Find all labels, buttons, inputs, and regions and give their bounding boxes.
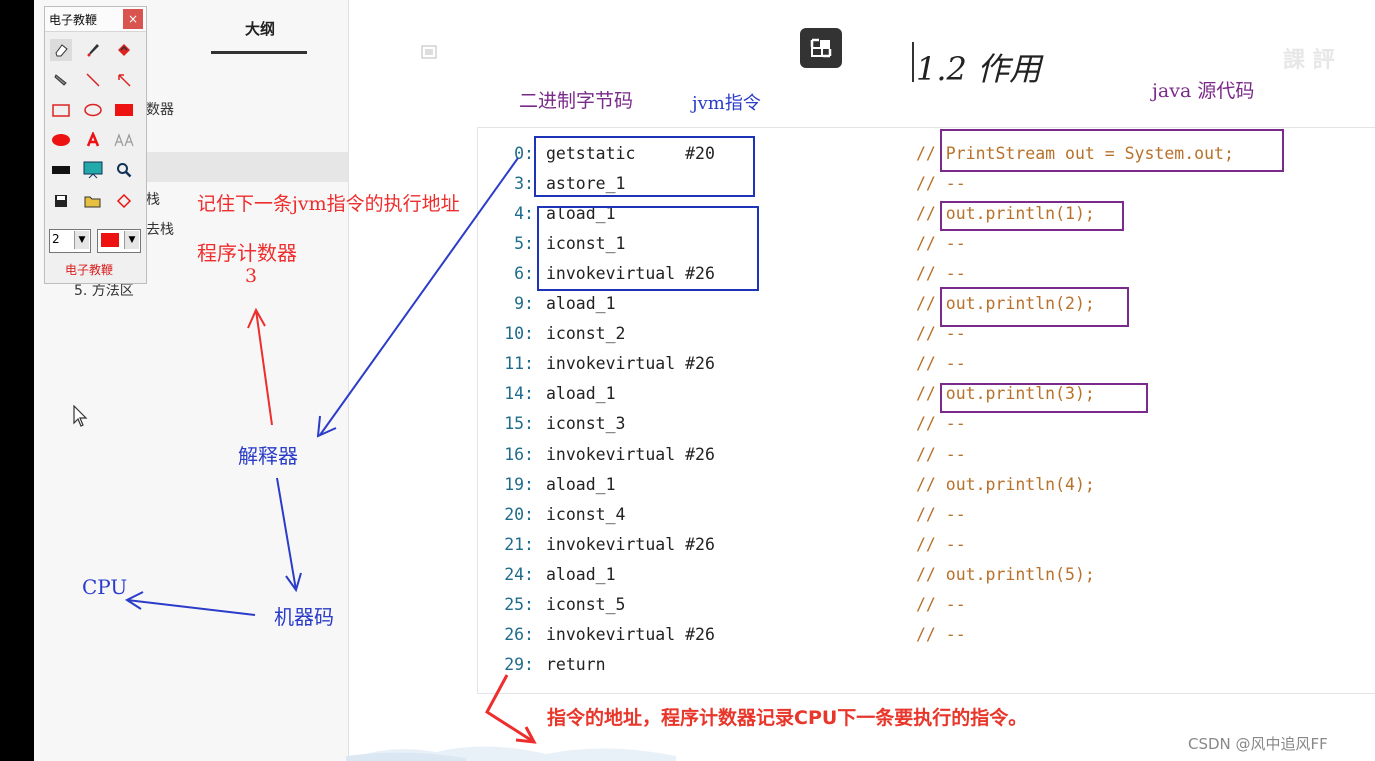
arrow-to-return-address [485, 674, 537, 744]
arrow-code-to-interpreter [316, 157, 519, 438]
arrow-interpreter-to-machine-code [276, 477, 302, 593]
arrow-interpreter-to-pc [247, 307, 273, 426]
annotation-arrows [124, 157, 537, 744]
arrow-machine-code-to-cpu [124, 591, 256, 616]
csdn-watermark: CSDN @风中追风FF [1188, 735, 1328, 753]
